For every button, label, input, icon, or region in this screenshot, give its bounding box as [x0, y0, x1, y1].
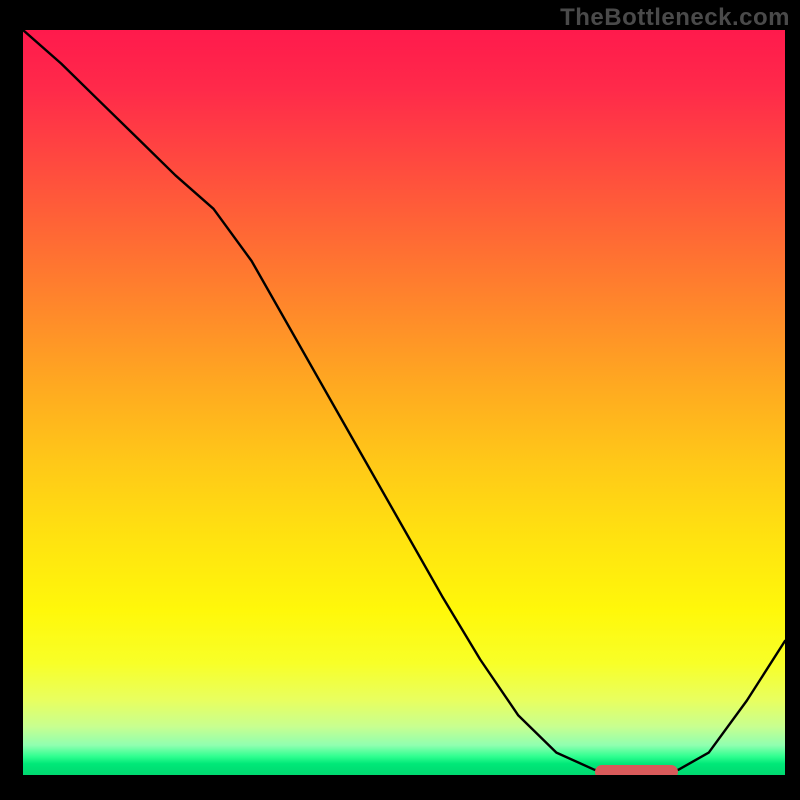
- optimal-range-highlight: [595, 765, 679, 775]
- plot-area: [23, 30, 785, 775]
- chart-frame: TheBottleneck.com: [0, 0, 800, 800]
- watermark-text: TheBottleneck.com: [560, 4, 790, 32]
- bottleneck-curve: [23, 30, 785, 775]
